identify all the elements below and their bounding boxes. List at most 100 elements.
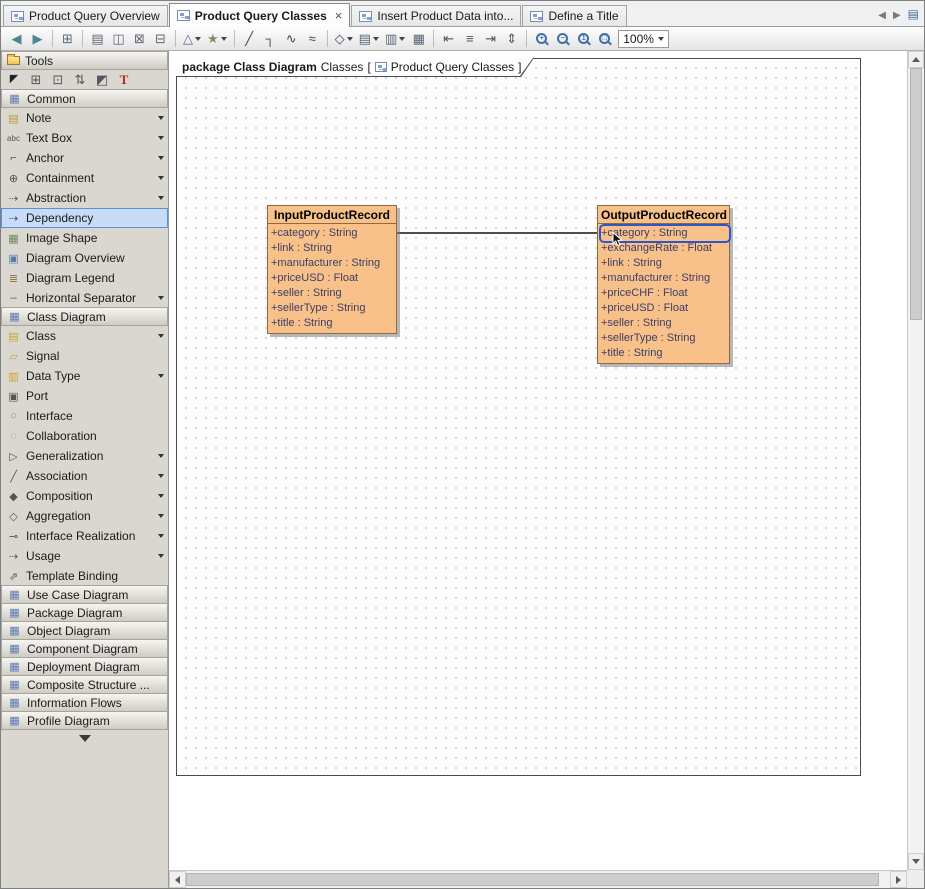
dropdown-caret-icon[interactable] xyxy=(158,554,164,558)
palette-item-class[interactable]: ▤Class xyxy=(1,326,168,346)
palette-item-diagram-legend[interactable]: ≣Diagram Legend xyxy=(1,268,168,288)
palette-section-information-flows[interactable]: ▦Information Flows xyxy=(1,693,168,712)
class-name[interactable]: InputProductRecord xyxy=(268,206,396,224)
stereotype-display-button[interactable]: ▥ xyxy=(382,29,408,49)
palette-item-data-type[interactable]: ▥Data Type xyxy=(1,366,168,386)
class-attribute[interactable]: +sellerType : String xyxy=(271,301,396,316)
palette-item-template-binding[interactable]: ⇗Template Binding xyxy=(1,566,168,586)
scroll-right-button[interactable] xyxy=(890,871,907,888)
display-options-button[interactable]: ▦ xyxy=(408,29,429,49)
horizontal-scrollbar[interactable] xyxy=(169,870,907,888)
palette-section-object-diagram[interactable]: ▦Object Diagram xyxy=(1,621,168,640)
shape-tools-dropdown[interactable]: △ xyxy=(180,29,204,49)
compartments-button[interactable]: ▤ xyxy=(356,29,382,49)
class-attribute[interactable]: +seller : String xyxy=(271,286,396,301)
dropdown-caret-icon[interactable] xyxy=(158,514,164,518)
palette-item-abstraction[interactable]: ⇢Abstraction xyxy=(1,188,168,208)
align-left-button[interactable]: ⇤ xyxy=(438,29,459,49)
text-mode-button[interactable]: T xyxy=(114,71,134,89)
forward-button[interactable]: ▶ xyxy=(27,29,48,49)
diagram-canvas[interactable]: package Class Diagram Classes [ Product … xyxy=(169,51,907,870)
palette-item-dependency[interactable]: ⇢Dependency xyxy=(1,208,168,228)
class-name[interactable]: OutputProductRecord xyxy=(598,206,729,224)
rectilinear-path-button[interactable]: ┐ xyxy=(260,29,281,49)
palette-item-image-shape[interactable]: ▦Image Shape xyxy=(1,228,168,248)
scroll-down-button[interactable] xyxy=(908,853,924,870)
palette-section-component-diagram[interactable]: ▦Component Diagram xyxy=(1,639,168,658)
align-right-button[interactable]: ⇥ xyxy=(480,29,501,49)
filter-tool-button[interactable]: ◩ xyxy=(92,71,112,89)
zoom-in-button[interactable]: + xyxy=(531,29,552,49)
palette-section-common[interactable]: ▦Common xyxy=(1,89,168,108)
distribute-tool-button[interactable]: ⇅ xyxy=(70,71,90,89)
zoom-out-button[interactable]: − xyxy=(552,29,573,49)
dropdown-caret-icon[interactable] xyxy=(158,296,164,300)
select-related-button[interactable]: ⊞ xyxy=(26,71,46,89)
curve-path-button[interactable]: ≈ xyxy=(302,29,323,49)
vertical-scroll-thumb[interactable] xyxy=(910,68,922,320)
zoom-1-1-button[interactable]: 1 xyxy=(573,29,594,49)
palette-item-diagram-overview[interactable]: ▣Diagram Overview xyxy=(1,248,168,268)
copy-button[interactable]: ▤ xyxy=(87,29,108,49)
class-output-product-record[interactable]: OutputProductRecord +category : String+e… xyxy=(597,205,730,364)
palette-section-use-case-diagram[interactable]: ▦Use Case Diagram xyxy=(1,585,168,604)
tab-define-a-title[interactable]: Define a Title xyxy=(522,5,626,26)
palette-item-generalization[interactable]: ▷Generalization xyxy=(1,446,168,466)
select-in-containment-tree-button[interactable]: ⊞ xyxy=(57,29,78,49)
vertical-scrollbar[interactable] xyxy=(907,51,924,870)
palette-item-containment[interactable]: ⊕Containment xyxy=(1,168,168,188)
class-attribute[interactable]: +title : String xyxy=(271,316,396,331)
zoom-combobox[interactable]: 100% xyxy=(618,30,669,48)
horizontal-scroll-thumb[interactable] xyxy=(186,873,879,886)
dropdown-caret-icon[interactable] xyxy=(158,374,164,378)
class-attribute[interactable]: +priceUSD : Float xyxy=(601,301,729,316)
pointer-tool-button[interactable]: ◤ xyxy=(4,71,24,89)
palette-item-aggregation[interactable]: ◇Aggregation xyxy=(1,506,168,526)
palette-item-composition[interactable]: ◆Composition xyxy=(1,486,168,506)
dropdown-caret-icon[interactable] xyxy=(158,334,164,338)
palette-item-interface[interactable]: ○Interface xyxy=(1,406,168,426)
tab-insert-product-data-into[interactable]: Insert Product Data into... xyxy=(351,5,521,26)
palette-item-horizontal-separator[interactable]: ┄Horizontal Separator xyxy=(1,288,168,308)
dropdown-caret-icon[interactable] xyxy=(158,534,164,538)
palette-scroll-down-button[interactable] xyxy=(1,730,168,746)
palette-item-note[interactable]: ▤Note xyxy=(1,108,168,128)
class-attribute[interactable]: +category : String xyxy=(601,226,729,241)
dropdown-caret-icon[interactable] xyxy=(158,474,164,478)
oblique-path-button[interactable]: ╱ xyxy=(239,29,260,49)
dropdown-caret-icon[interactable] xyxy=(158,116,164,120)
class-input-product-record[interactable]: InputProductRecord +category : String+li… xyxy=(267,205,397,334)
class-attribute[interactable]: +link : String xyxy=(271,241,396,256)
palette-header[interactable]: Tools xyxy=(1,51,168,70)
palette-item-interface-realization[interactable]: ⊸Interface Realization xyxy=(1,526,168,546)
previous-diagram-button[interactable]: ◀ xyxy=(878,7,886,21)
palette-item-text-box[interactable]: abcText Box xyxy=(1,128,168,148)
class-attribute[interactable]: +title : String xyxy=(601,346,729,361)
dependencies-dropdown[interactable]: ◇ xyxy=(332,29,356,49)
palette-item-signal[interactable]: ▱Signal xyxy=(1,346,168,366)
class-attribute[interactable]: +priceUSD : Float xyxy=(271,271,396,286)
dropdown-caret-icon[interactable] xyxy=(158,454,164,458)
layout-tool-button[interactable]: ⊡ xyxy=(48,71,68,89)
tab-product-query-overview[interactable]: Product Query Overview xyxy=(3,5,168,26)
common-shapes-dropdown[interactable]: ★ xyxy=(204,29,230,49)
class-attribute[interactable]: +sellerType : String xyxy=(601,331,729,346)
palette-item-association[interactable]: ╱Association xyxy=(1,466,168,486)
dropdown-caret-icon[interactable] xyxy=(158,136,164,140)
cut-button[interactable]: ⊠ xyxy=(129,29,150,49)
dropdown-caret-icon[interactable] xyxy=(158,196,164,200)
align-center-button[interactable]: ≡ xyxy=(459,29,480,49)
class-attribute[interactable]: +priceCHF : Float xyxy=(601,286,729,301)
class-attribute[interactable]: +link : String xyxy=(601,256,729,271)
tab-close-icon[interactable]: × xyxy=(335,11,343,21)
palette-section-composite-structure[interactable]: ▦Composite Structure ... xyxy=(1,675,168,694)
scroll-up-button[interactable] xyxy=(908,51,924,68)
palette-item-collaboration[interactable]: ◌Collaboration xyxy=(1,426,168,446)
tab-product-query-classes[interactable]: Product Query Classes× xyxy=(169,3,351,27)
scroll-left-button[interactable] xyxy=(169,871,186,888)
class-attribute[interactable]: +manufacturer : String xyxy=(601,271,729,286)
dropdown-caret-icon[interactable] xyxy=(158,156,164,160)
tab-list-button[interactable]: ▤ xyxy=(908,7,919,21)
palette-section-package-diagram[interactable]: ▦Package Diagram xyxy=(1,603,168,622)
dependency-connector[interactable] xyxy=(397,232,597,234)
